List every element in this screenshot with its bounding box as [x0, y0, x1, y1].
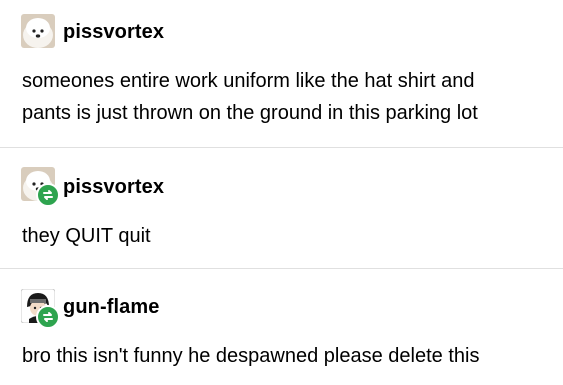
- dog-avatar[interactable]: [21, 167, 60, 207]
- post-2: pissvortex they QUIT quit: [0, 148, 563, 268]
- post-3: gun-flame bro this isn't funny he despaw…: [0, 269, 563, 385]
- post-body-line-1: someones entire work uniform like the ha…: [22, 70, 475, 92]
- reblog-icon: [36, 183, 60, 207]
- post-1: pissvortex someones entire work uniform …: [0, 0, 563, 147]
- reblog-icon: [36, 305, 60, 329]
- dog-avatar[interactable]: [21, 14, 55, 48]
- post-body-line-1: bro this isn't funny he despawned please…: [22, 345, 480, 367]
- post-username[interactable]: pissvortex: [63, 176, 164, 199]
- dog-avatar-image: [21, 14, 55, 48]
- anime-avatar[interactable]: [21, 289, 60, 329]
- post-username[interactable]: pissvortex: [63, 21, 164, 44]
- post-body-line-2: pants is just thrown on the ground in th…: [22, 102, 478, 124]
- post-username[interactable]: gun-flame: [63, 296, 159, 319]
- post-body-line-1: they QUIT quit: [22, 225, 151, 247]
